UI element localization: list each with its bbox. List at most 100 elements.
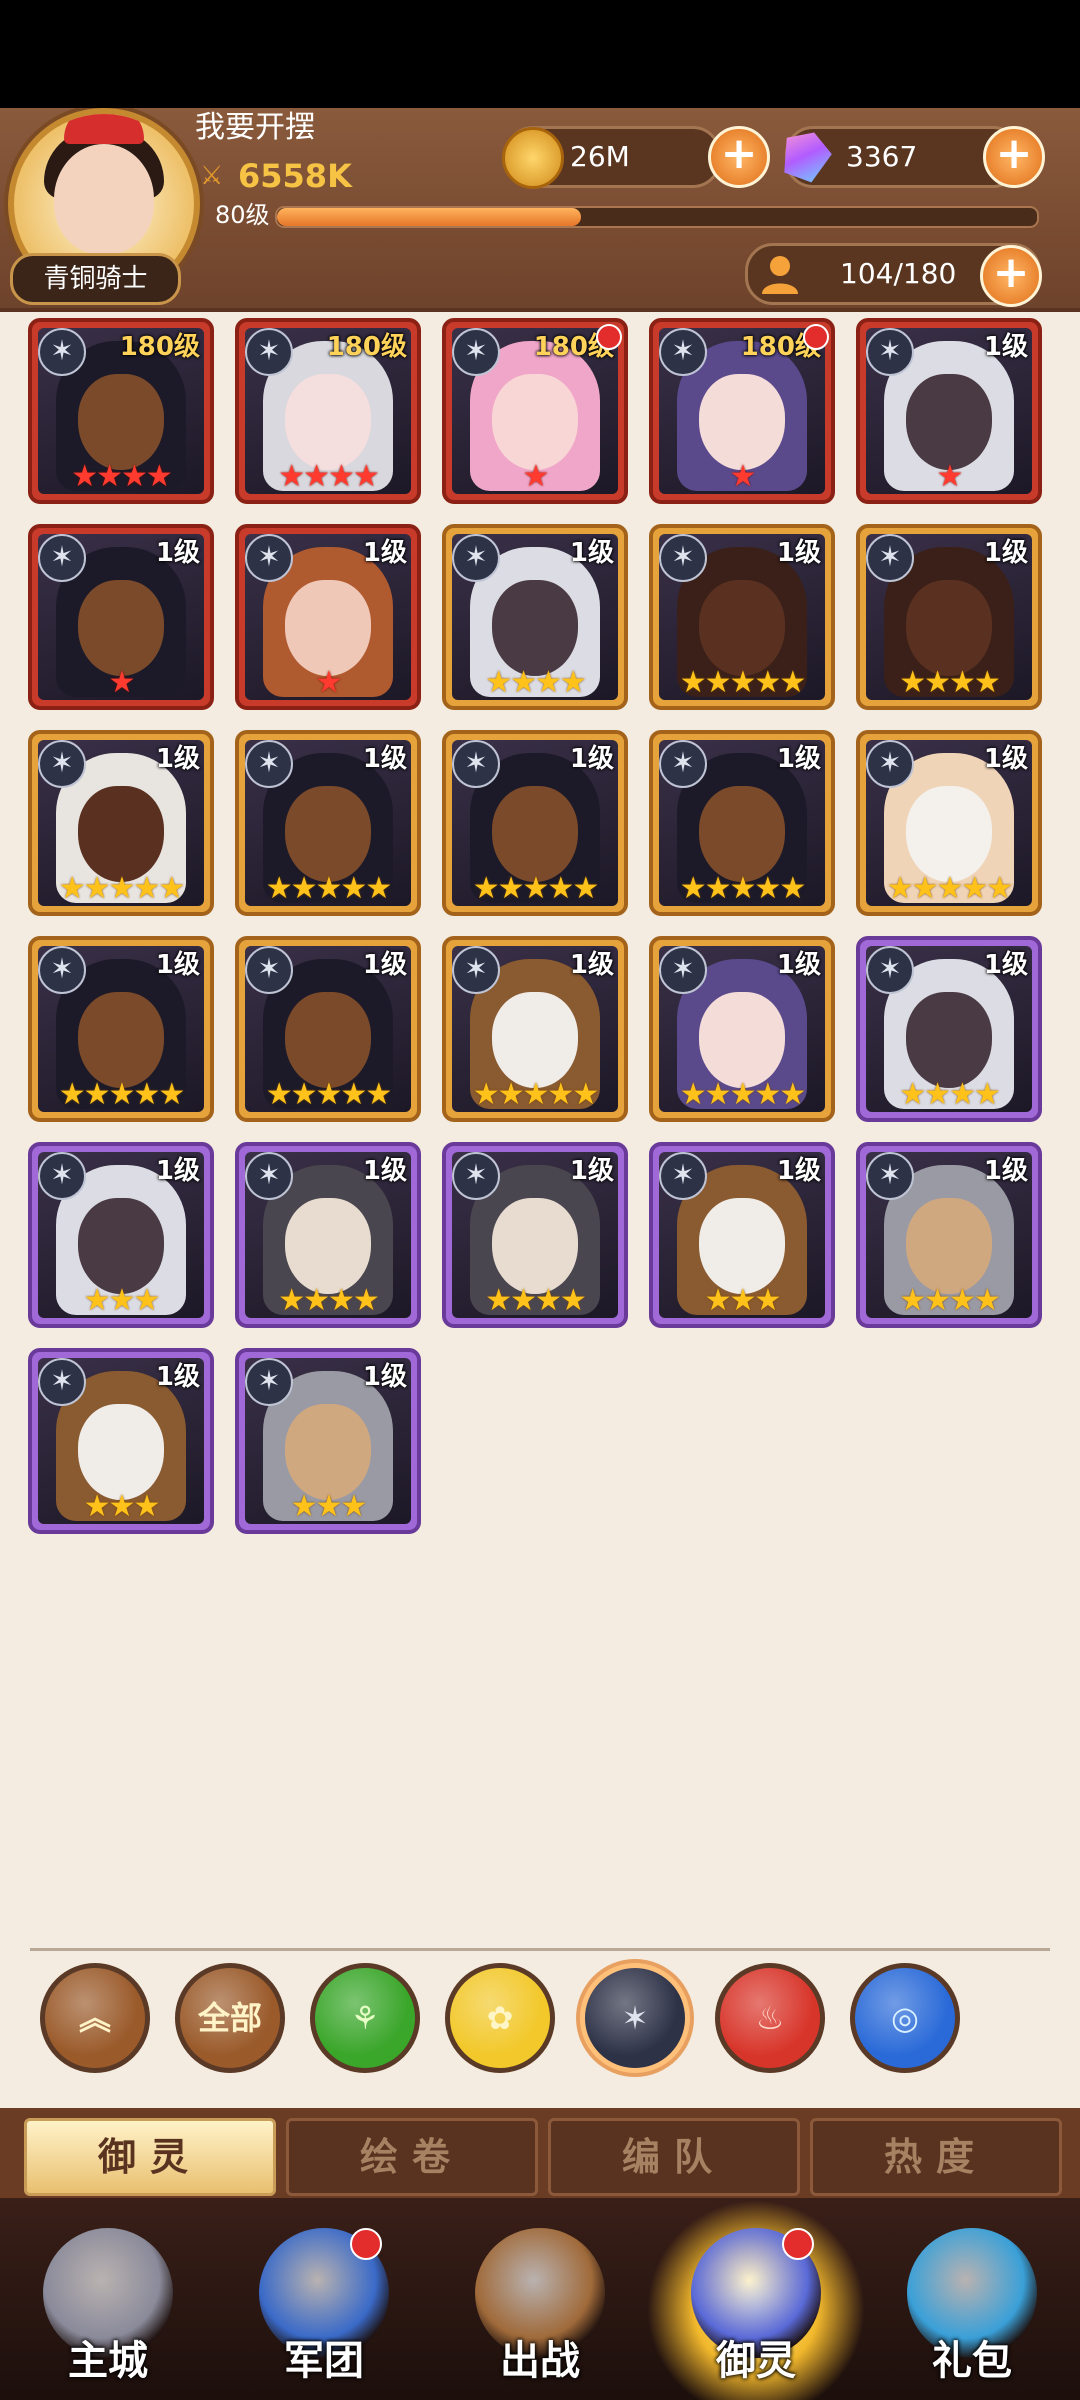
filter-water-button[interactable]: ◎ [850, 1963, 960, 2073]
hero-level: 1级 [983, 1156, 1028, 1186]
dark-faction-icon: ✶ [245, 1358, 293, 1406]
nav-label: 主城 [68, 2338, 148, 2384]
dark-faction-icon: ✶ [866, 740, 914, 788]
nav-item-3[interactable]: 御灵 [648, 2198, 864, 2400]
star-rating: ★★★ [83, 1283, 161, 1318]
dark-faction-icon: ✶ [659, 946, 707, 994]
filter-divider [30, 1948, 1050, 1951]
hero-card[interactable]: ✶ 1级 ★★★ [28, 1142, 214, 1328]
collapse-button[interactable]: ︽ [40, 1963, 150, 2073]
hero-card[interactable]: ✶ 1级 ★ [235, 524, 421, 710]
hero-level: 1级 [155, 744, 200, 774]
filter-light-button[interactable]: ✿ [445, 1963, 555, 2073]
star-rating: ★★★★★ [58, 1077, 185, 1112]
hero-card[interactable]: ✶ 1级 ★★★★★ [28, 936, 214, 1122]
star-rating: ★★★★★ [679, 665, 806, 700]
star-rating: ★ [522, 459, 550, 494]
nav-item-2[interactable]: 出战 [432, 2198, 648, 2400]
filter-fire-button[interactable]: ♨ [715, 1963, 825, 2073]
star-rating: ★★★ [704, 1283, 782, 1318]
hero-card[interactable]: ✶ 1级 ★★★★ [442, 524, 628, 710]
hero-card[interactable]: ✶ 1级 ★★★★★ [235, 936, 421, 1122]
hero-card[interactable]: ✶ 1级 ★★★★★ [28, 730, 214, 916]
hero-level: 1级 [155, 1362, 200, 1392]
expand-capacity-button[interactable]: + [980, 245, 1042, 307]
hero-card[interactable]: ✶ 1级 ★★★ [28, 1348, 214, 1534]
star-rating: ★★★★★ [472, 1077, 599, 1112]
hero-level: 1级 [776, 538, 821, 568]
nav-label: 军团 [284, 2338, 364, 2384]
tab-1[interactable]: 绘卷 [286, 2118, 538, 2196]
hero-card[interactable]: ✶ 1级 ★★★★★ [649, 524, 835, 710]
filter-all-button[interactable]: 全部 [175, 1963, 285, 2073]
star-rating: ★★★★★ [58, 871, 185, 906]
nav-item-4[interactable]: 礼包 [864, 2198, 1080, 2400]
hero-card[interactable]: ✶ 1级 ★★★ [649, 1142, 835, 1328]
hero-card[interactable]: ✶ 1级 ★★★★★ [649, 730, 835, 916]
tab-3[interactable]: 热度 [810, 2118, 1062, 2196]
dark-faction-icon: ✶ [38, 740, 86, 788]
nav-item-1[interactable]: 军团 [216, 2198, 432, 2400]
dark-faction-icon: ✶ [38, 1358, 86, 1406]
tab-2[interactable]: 编队 [548, 2118, 800, 2196]
hero-level: 180级 [326, 332, 407, 362]
dark-faction-icon: ✶ [38, 1152, 86, 1200]
star-rating: ★★★★ [278, 1283, 380, 1318]
hero-card[interactable]: ✶ 180级 ★★★★ [235, 318, 421, 504]
dark-faction-icon: ✶ [38, 534, 86, 582]
gem-icon [775, 124, 837, 186]
filter-nature-button[interactable]: ⚘ [310, 1963, 420, 2073]
add-coins-button[interactable]: + [708, 126, 770, 188]
hero-card[interactable]: ✶ 1级 ★★★★★ [856, 730, 1042, 916]
dark-faction-icon: ✶ [659, 328, 707, 376]
section-tabs: 御灵 绘卷 编队 热度 [0, 2108, 1080, 2198]
dark-faction-icon: ✶ [452, 946, 500, 994]
hero-card[interactable]: ✶ 1级 ★★★★ [856, 524, 1042, 710]
hero-card[interactable]: ✶ 180级 ★★★★ [28, 318, 214, 504]
nav-label: 御灵 [716, 2338, 796, 2384]
hero-card[interactable]: ✶ 1级 ★★★ [235, 1348, 421, 1534]
notification-dot [782, 2228, 814, 2260]
star-rating: ★★★★★ [265, 871, 392, 906]
filter-dark-button[interactable]: ✶ [580, 1963, 690, 2073]
hero-card[interactable]: ✶ 1级 ★★★★★ [442, 730, 628, 916]
hero-card[interactable]: ✶ 180级 ★ [442, 318, 628, 504]
star-rating: ★ [936, 459, 964, 494]
hero-level: 1级 [776, 744, 821, 774]
hero-level: 1级 [776, 950, 821, 980]
hero-level: 180级 [119, 332, 200, 362]
dark-faction-icon: ✶ [452, 328, 500, 376]
dark-faction-icon: ✶ [452, 534, 500, 582]
hero-level: 1级 [776, 1156, 821, 1186]
hero-card[interactable]: ✶ 1级 ★★★★★ [235, 730, 421, 916]
hero-level: 1级 [983, 332, 1028, 362]
hero-level: 1级 [569, 538, 614, 568]
add-gems-button[interactable]: + [983, 126, 1045, 188]
dark-faction-icon: ✶ [866, 534, 914, 582]
nav-label: 礼包 [932, 2338, 1012, 2384]
star-rating: ★★★★ [485, 1283, 587, 1318]
star-rating: ★★★★ [899, 665, 1001, 700]
hero-card[interactable]: ✶ 1级 ★★★★★ [442, 936, 628, 1122]
hero-card[interactable]: ✶ 180级 ★ [649, 318, 835, 504]
hero-card[interactable]: ✶ 1级 ★ [28, 524, 214, 710]
star-rating: ★★★ [290, 1489, 368, 1524]
star-rating: ★★★★★ [679, 1077, 806, 1112]
hero-card[interactable]: ✶ 1级 ★★★★★ [649, 936, 835, 1122]
crossed-swords-icon: ⚔ [200, 161, 224, 191]
hero-card[interactable]: ✶ 1级 ★★★★ [235, 1142, 421, 1328]
notification-dot [596, 324, 622, 350]
hero-level: 1级 [983, 950, 1028, 980]
hero-level: 1级 [362, 1362, 407, 1392]
dark-faction-icon: ✶ [452, 740, 500, 788]
nav-item-0[interactable]: 主城 [0, 2198, 216, 2400]
dark-faction-icon: ✶ [866, 328, 914, 376]
hero-card[interactable]: ✶ 1级 ★★★★ [856, 1142, 1042, 1328]
tab-0[interactable]: 御灵 [24, 2118, 276, 2196]
hero-card[interactable]: ✶ 1级 ★★★★ [442, 1142, 628, 1328]
dark-faction-icon: ✶ [245, 1152, 293, 1200]
capacity-value: 104/180 [840, 257, 957, 290]
hero-card[interactable]: ✶ 1级 ★ [856, 318, 1042, 504]
hero-card[interactable]: ✶ 1级 ★★★★ [856, 936, 1042, 1122]
hero-level: 1级 [569, 744, 614, 774]
